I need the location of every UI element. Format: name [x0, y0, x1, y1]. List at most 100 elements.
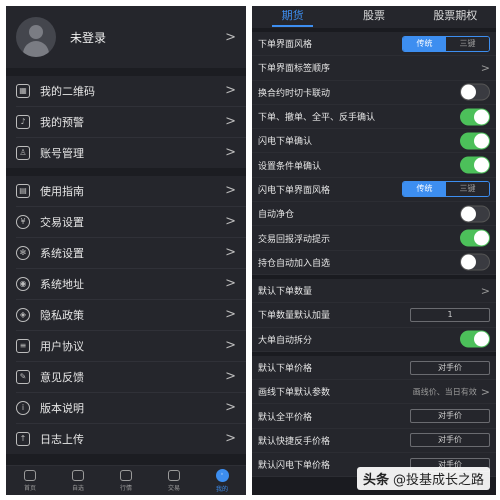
menu-item[interactable]: ▦ 我的二维码 > [6, 76, 246, 106]
setting-control [460, 132, 490, 150]
menu-item[interactable]: i 版本说明 > [6, 393, 246, 423]
toggle-switch[interactable] [460, 330, 490, 348]
setting-row: 下单数量默认加量 1 [252, 303, 496, 328]
watermark-brand: 头条 [362, 473, 389, 488]
setting-label: 设置条件单确认 [258, 161, 322, 172]
menu-item[interactable]: ♙ 账号管理 > [6, 138, 246, 168]
settings-group-order: 下单界面风格 传统 三键 下单界面标签顺序 > 换合约时切卡联动 下单、撤单、全平、反手确认… [252, 32, 496, 275]
chevron-right-icon: > [225, 338, 236, 353]
avatar [16, 17, 56, 57]
trade-tab[interactable]: 期货 [252, 6, 333, 28]
setting-label: 闪电下单界面风格 [258, 185, 331, 196]
trade-tab[interactable]: 股票 [333, 6, 414, 28]
chevron-right-icon[interactable]: > [481, 61, 490, 74]
setting-label: 下单、撤单、全平、反手确认 [258, 113, 376, 124]
toggle-switch[interactable] [460, 205, 490, 223]
settings-group-price: 默认下单价格 对手价 画线下单默认参数 画线价、当日有效 > 默认全平价格 对手价 默认快捷反… [252, 355, 496, 478]
setting-control: 画线价、当日有效 > [413, 385, 490, 398]
setting-control [460, 205, 490, 223]
menu-item-label: 系统地址 [40, 278, 84, 291]
chevron-right-icon: > [225, 276, 236, 291]
qrcode-icon: ▦ [16, 84, 30, 98]
menu-item[interactable]: ≡ 用户协议 > [6, 331, 246, 361]
toggle-knob [461, 254, 476, 270]
setting-control [460, 330, 490, 348]
setting-label: 自动净仓 [258, 210, 295, 221]
menu-item-label: 账号管理 [40, 147, 84, 160]
value-field[interactable]: 对手价 [410, 433, 490, 448]
bell-icon: ♪ [16, 115, 30, 129]
trade-type-tabs: 期货 股票 股票期权 [252, 6, 496, 28]
toggle-switch[interactable] [460, 156, 490, 174]
setting-label: 默认下单价格 [258, 364, 313, 374]
setting-label: 下单界面风格 [258, 40, 313, 51]
value-field[interactable]: 对手价 [410, 409, 490, 424]
toggle-switch[interactable] [460, 108, 490, 126]
tab-item[interactable]: 交易 [150, 466, 198, 495]
segment-option[interactable]: 传统 [403, 36, 446, 51]
setting-label: 换合约时切卡联动 [258, 88, 331, 99]
home-icon [24, 469, 36, 481]
tab-item[interactable]: 行情 [102, 466, 150, 495]
style-segmented-control[interactable]: 传统 三键 [402, 181, 490, 198]
menu-item[interactable]: ◈ 隐私政策 > [6, 300, 246, 330]
segment-option[interactable]: 传统 [403, 182, 446, 197]
segment-option[interactable]: 三键 [446, 36, 489, 51]
trade-tab[interactable]: 股票期权 [415, 6, 496, 28]
setting-row: 默认下单数量 > [252, 279, 496, 304]
segment-option[interactable]: 三键 [446, 182, 489, 197]
setting-row: 闪电下单界面风格 传统 三键 [252, 178, 496, 203]
toggle-switch[interactable] [460, 253, 490, 271]
setting-control: 对手价 [410, 409, 490, 424]
feedback-icon: ✎ [16, 370, 30, 384]
menu-item-label: 我的二维码 [40, 85, 95, 98]
setting-row: 下单界面风格 传统 三键 [252, 32, 496, 57]
menu-item-label: 版本说明 [40, 402, 84, 415]
setting-control: > [481, 284, 490, 297]
tab-item[interactable]: 自选 [54, 466, 102, 495]
toggle-switch[interactable] [460, 229, 490, 247]
setting-row: 下单、撤单、全平、反手确认 [252, 105, 496, 130]
menu-item-label: 交易设置 [40, 216, 84, 229]
menu-item[interactable]: ♪ 我的预警 > [6, 107, 246, 137]
menu-item[interactable]: ◉ 系统地址 > [6, 269, 246, 299]
setting-row: 闪电下单确认 [252, 129, 496, 154]
profile-row[interactable]: 未登录 > [6, 6, 246, 68]
setting-label: 持仓自动加入自选 [258, 258, 331, 269]
chevron-right-icon: > [225, 245, 236, 260]
menu-item[interactable]: ✻ 系统设置 > [6, 238, 246, 268]
menu-item[interactable]: ↑ 日志上传 > [6, 424, 246, 454]
value-field[interactable]: 1 [410, 307, 490, 322]
chevron-right-icon: > [225, 431, 236, 446]
document-icon: ≡ [16, 339, 30, 353]
value-field[interactable]: 对手价 [410, 360, 490, 375]
style-segmented-control[interactable]: 传统 三键 [402, 35, 490, 52]
chevron-right-icon[interactable]: > [481, 385, 490, 398]
setting-control: 传统 三键 [402, 181, 490, 198]
setting-row: 画线下单默认参数 画线价、当日有效 > [252, 380, 496, 405]
setting-label: 下单数量默认加量 [258, 311, 331, 322]
menu-item[interactable]: ▤ 使用指南 > [6, 176, 246, 206]
watermark: 头条 @投基成长之路 [356, 467, 490, 490]
upload-icon: ↑ [16, 432, 30, 446]
setting-label: 默认下单数量 [258, 287, 313, 298]
menu-group-settings: ▤ 使用指南 > ¥ 交易设置 > ✻ 系统设置 > ◉ 系统地址 > ◈ 隐私政策 > ≡ 用户协议 > ✎ 意见反… [6, 176, 246, 454]
toggle-switch[interactable] [460, 132, 490, 150]
setting-row: 默认下单价格 对手价 [252, 356, 496, 381]
setting-control: 传统 三键 [402, 35, 490, 52]
setting-row: 持仓自动加入自选 [252, 251, 496, 275]
toggle-knob [474, 331, 489, 347]
menu-item-label: 用户协议 [40, 340, 84, 353]
setting-control [460, 253, 490, 271]
setting-row: 交易回报浮动提示 [252, 226, 496, 251]
tab-item[interactable]: 首页 [6, 466, 54, 495]
tab-item[interactable]: ◦ 我的 [198, 466, 246, 495]
chevron-right-icon: > [225, 114, 236, 129]
toggle-switch[interactable] [460, 83, 490, 101]
chevron-right-icon[interactable]: > [481, 284, 490, 297]
menu-item[interactable]: ✎ 意见反馈 > [6, 362, 246, 392]
setting-label: 默认全平价格 [258, 412, 313, 423]
toggle-knob [461, 206, 476, 222]
setting-control: 1 [410, 307, 490, 322]
menu-item[interactable]: ¥ 交易设置 > [6, 207, 246, 237]
